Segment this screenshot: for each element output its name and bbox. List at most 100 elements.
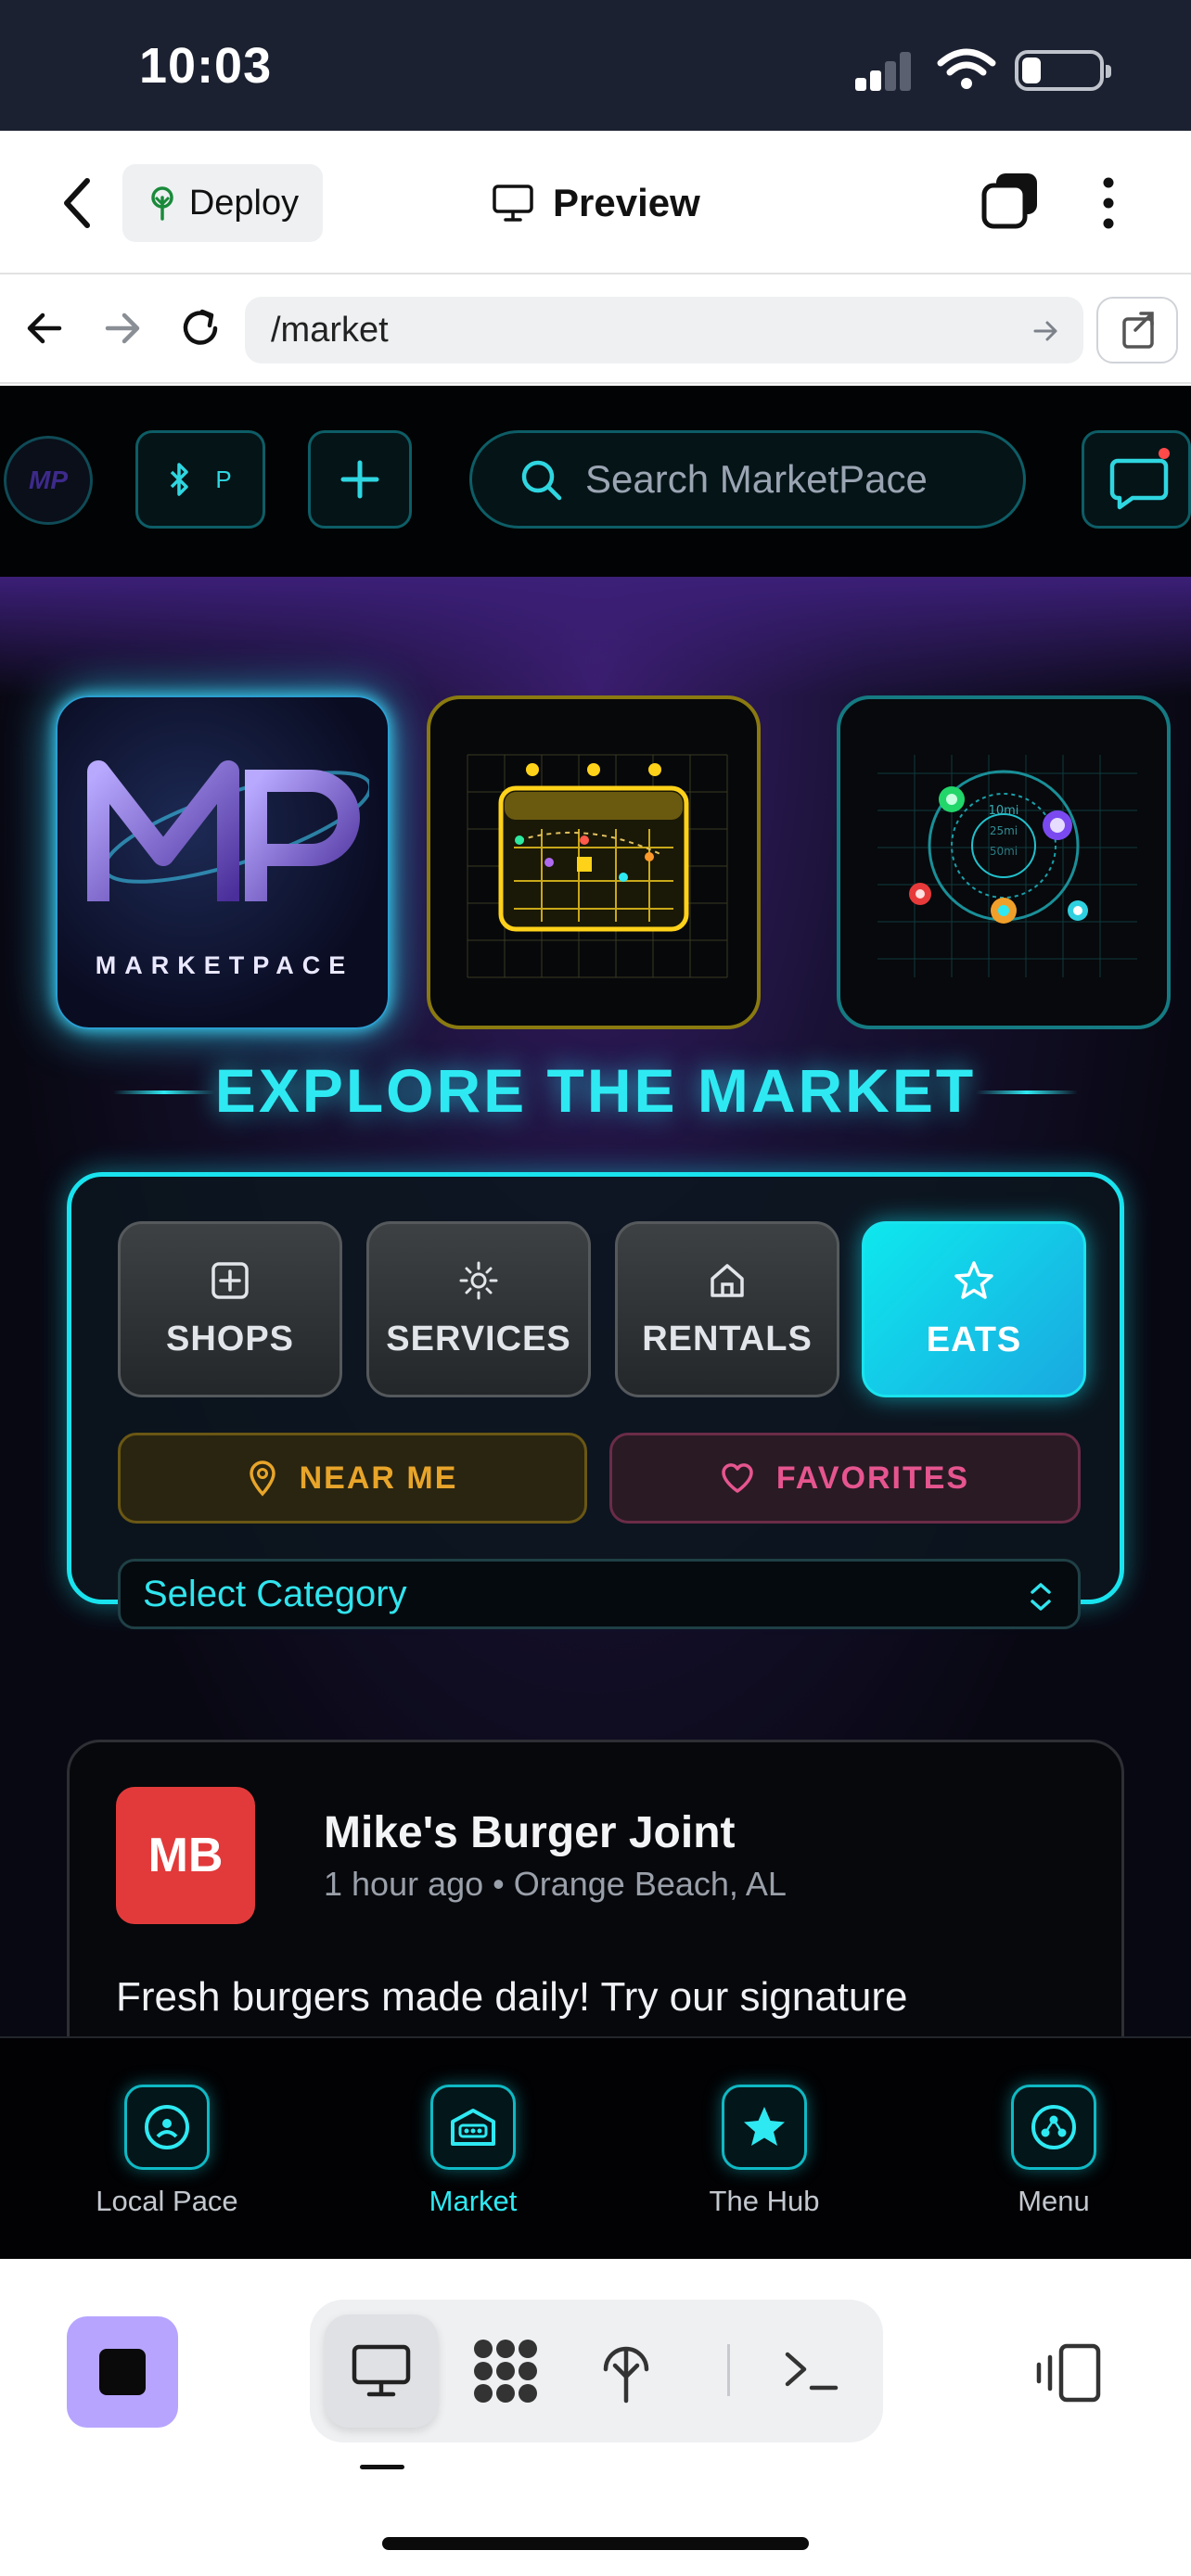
site-bottom-nav: Local Pace Market The Hub Menu (0, 2036, 1191, 2259)
webview: MP P Search MarketPace MARKETPACE 10mi 2… (0, 386, 1191, 2036)
app-top-bar: Deploy Preview (0, 131, 1191, 274)
category-eats-button[interactable]: EATS (862, 1221, 1086, 1397)
listing-name: Mike's Burger Joint (324, 1808, 736, 1857)
category-eats-label: EATS (926, 1320, 1022, 1359)
grid-blobs-icon (474, 2340, 537, 2403)
chat-icon (1109, 458, 1169, 510)
plus-icon (340, 460, 379, 499)
nav-menu-label: Menu (1018, 2185, 1090, 2217)
listing-description: Fresh burgers made daily! Try our signat… (116, 1974, 908, 2020)
deploy-tree-icon (603, 2346, 649, 2404)
radar-label-10mi: 10mi (989, 804, 1019, 818)
mp-logo-mark (87, 760, 369, 901)
more-options-icon[interactable] (1095, 175, 1122, 231)
tabs-switcher-icon[interactable] (981, 172, 1039, 229)
favorites-label: FAVORITES (775, 1460, 970, 1496)
listing-meta: 1 hour ago • Orange Beach, AL (324, 1865, 787, 1903)
monitor-icon (493, 185, 533, 222)
near-me-button[interactable]: NEAR ME (118, 1433, 587, 1524)
browser-forward-icon[interactable] (96, 302, 148, 354)
radar-label-50mi: 50mi (990, 845, 1018, 858)
go-arrow-icon[interactable] (1031, 317, 1059, 345)
category-shops-button[interactable]: SHOPS (118, 1221, 342, 1397)
add-button[interactable] (308, 430, 412, 529)
nav-the-hub[interactable]: The Hub (653, 2085, 876, 2218)
cellular-signal-icon (855, 48, 911, 91)
preview-label: Preview (553, 181, 700, 224)
logo-wordmark: MARKETPACE (95, 951, 354, 979)
local-pace-icon (124, 2085, 210, 2170)
wifi-icon (937, 48, 996, 89)
browser-back-icon[interactable] (19, 302, 70, 354)
deploy-button[interactable]: Deploy (122, 164, 323, 242)
nearby-radar-tile[interactable]: 10mi 25mi 50mi (837, 695, 1171, 1029)
search-input[interactable] (585, 457, 975, 502)
nav-menu[interactable]: Menu (942, 2085, 1165, 2218)
open-external-button[interactable] (1096, 297, 1178, 363)
search-icon (521, 460, 562, 501)
listing-avatar: MB (116, 1787, 255, 1924)
heart-icon (722, 1463, 753, 1493)
preview-tab[interactable] (325, 2315, 438, 2428)
stop-button[interactable] (67, 2316, 178, 2428)
bluetooth-button[interactable]: P (135, 430, 265, 529)
site-top-nav: MP P (0, 386, 1191, 577)
marketpace-logo-tile[interactable]: MARKETPACE (56, 695, 390, 1029)
near-me-label: NEAR ME (299, 1460, 458, 1496)
browser-bar: /market (0, 274, 1191, 384)
preview-title[interactable]: Preview (492, 175, 700, 231)
plus-square-icon (211, 1261, 249, 1299)
category-rentals-button[interactable]: RENTALS (615, 1221, 839, 1397)
home-indicator (382, 2537, 809, 2550)
search-bar[interactable] (469, 430, 1026, 529)
url-field[interactable]: /market (245, 297, 1083, 363)
status-bar: 10:03 (0, 0, 1191, 131)
host-toolbar (0, 2259, 1191, 2576)
market-icon (430, 2085, 516, 2170)
nav-local-pace[interactable]: Local Pace (56, 2085, 278, 2218)
menu-icon (1011, 2085, 1096, 2170)
sun-icon (459, 1261, 498, 1299)
deploy-icon (151, 186, 173, 221)
filter-panel: SHOPS SERVICES RENTALS EATS NEAR ME FAVO… (67, 1172, 1124, 1629)
category-select-value: Select Category (143, 1573, 407, 1614)
bluetooth-icon (171, 463, 189, 496)
messages-button[interactable] (1082, 430, 1191, 529)
star-icon (954, 1260, 993, 1299)
monitor-icon (352, 2344, 411, 2397)
terminal-icon (785, 2352, 839, 2391)
bt-badge: P (215, 465, 232, 493)
shell-tab[interactable] (755, 2315, 868, 2428)
home-icon (711, 1263, 744, 1297)
battery-icon (1015, 50, 1111, 91)
favorites-button[interactable]: FAVORITES (609, 1433, 1081, 1524)
deploy-tab[interactable] (570, 2315, 683, 2428)
radar-icon: 10mi 25mi 50mi (877, 755, 1137, 977)
back-chevron-icon[interactable] (54, 175, 104, 231)
nav-market[interactable]: Market (362, 2085, 584, 2218)
notification-dot (1159, 448, 1170, 459)
hub-star-icon (722, 2085, 807, 2170)
workspace-tab[interactable] (449, 2315, 562, 2428)
category-services-button[interactable]: SERVICES (366, 1221, 591, 1397)
status-time: 10:03 (139, 38, 273, 94)
view-switcher (310, 2300, 883, 2442)
category-services-label: SERVICES (386, 1319, 571, 1358)
radar-label-25mi: 25mi (990, 824, 1018, 837)
category-select[interactable]: Select Category (118, 1559, 1081, 1629)
calendar-icon (467, 754, 728, 978)
site-logo-button[interactable]: MP (4, 436, 93, 525)
heading-rule-right (976, 1090, 1078, 1094)
category-rentals-label: RENTALS (642, 1319, 813, 1358)
location-pin-icon (249, 1460, 275, 1497)
reload-icon[interactable] (174, 302, 226, 354)
url-text: /market (271, 310, 389, 350)
stop-icon (99, 2349, 146, 2395)
deploy-label: Deploy (188, 183, 300, 223)
listing-card[interactable]: MB Mike's Burger Joint 1 hour ago • Oran… (67, 1740, 1124, 2036)
nav-market-label: Market (429, 2185, 518, 2217)
dock-panel-icon[interactable] (1033, 2339, 1104, 2409)
calendar-tile[interactable] (427, 695, 761, 1029)
toolbar-divider (727, 2344, 730, 2396)
external-link-icon (1122, 312, 1154, 349)
